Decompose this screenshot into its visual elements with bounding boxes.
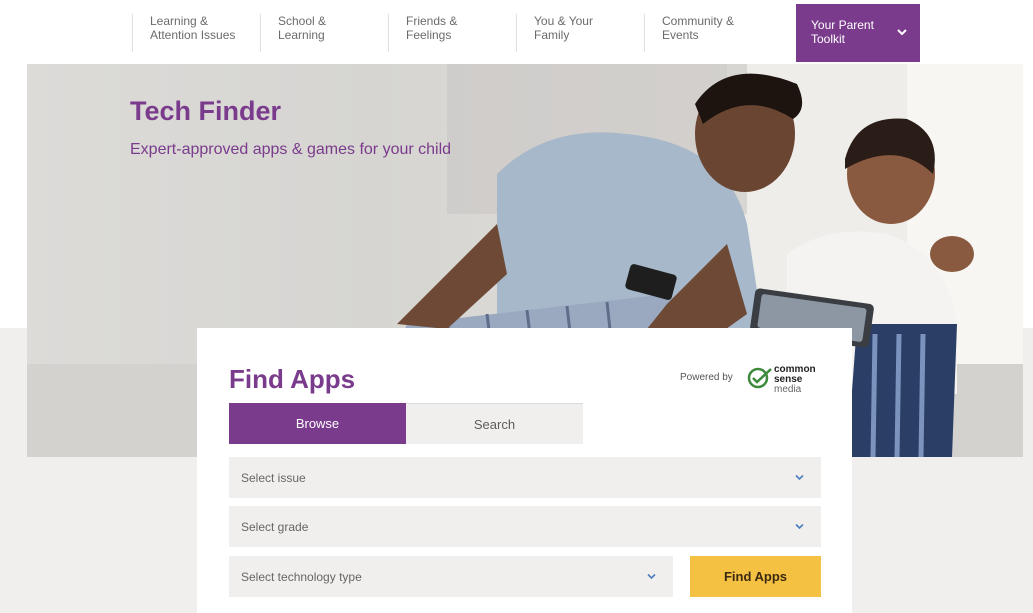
nav-item-parent-toolkit[interactable]: Your Parent Toolkit <box>796 4 920 62</box>
chevron-down-icon <box>897 29 907 36</box>
tab-browse[interactable]: Browse <box>229 403 406 444</box>
common-sense-check-icon <box>747 367 772 389</box>
nav-label-line2: Events <box>662 28 699 42</box>
nav-item-school-learning[interactable]: School & Learning <box>260 14 326 52</box>
nav-label-line1: Learning & <box>150 14 209 28</box>
tab-search[interactable]: Search <box>406 403 583 444</box>
page-title: Tech Finder <box>130 96 282 126</box>
nav-item-learning-attention[interactable]: Learning & Attention Issues <box>132 14 235 52</box>
select-issue-value: Select issue <box>241 470 306 485</box>
find-apps-card: Find Apps Powered by common sense media … <box>197 328 852 613</box>
nav-item-community-events[interactable]: Community & Events <box>644 14 734 52</box>
chevron-down-icon <box>795 474 804 481</box>
nav-item-you-your-family[interactable]: You & Your Family <box>516 14 593 52</box>
select-technology-value: Select technology type <box>241 569 362 584</box>
nav-label-line1: You & Your <box>534 14 593 28</box>
powered-by-label: Powered by <box>680 372 733 383</box>
select-issue-dropdown[interactable]: Select issue <box>229 457 821 498</box>
logo-word-media: media <box>774 384 802 395</box>
nav-label-line2: Learning <box>278 28 325 42</box>
common-sense-media-logo: common sense media <box>774 365 816 395</box>
nav-label-line1: Community & <box>662 14 735 28</box>
chevron-down-icon <box>795 523 804 530</box>
nav-label-line1: Friends & <box>406 14 458 28</box>
nav-item-friends-feelings[interactable]: Friends & Feelings <box>388 14 457 52</box>
nav-label-line1: School & <box>278 14 327 28</box>
page-subtitle: Expert-approved apps & games for your ch… <box>130 141 452 158</box>
select-technology-dropdown[interactable]: Select technology type <box>229 556 673 597</box>
select-grade-value: Select grade <box>241 519 309 534</box>
nav-label-line2: Attention Issues <box>150 28 236 42</box>
nav-label-line2: Family <box>534 28 570 42</box>
top-navigation: Learning & Attention Issues School & Lea… <box>0 0 1033 64</box>
select-grade-dropdown[interactable]: Select grade <box>229 506 821 547</box>
find-apps-button[interactable]: Find Apps <box>690 556 821 597</box>
nav-label-line2: Feelings <box>406 28 452 42</box>
find-apps-heading: Find Apps <box>229 364 356 394</box>
chevron-down-icon <box>647 573 656 580</box>
